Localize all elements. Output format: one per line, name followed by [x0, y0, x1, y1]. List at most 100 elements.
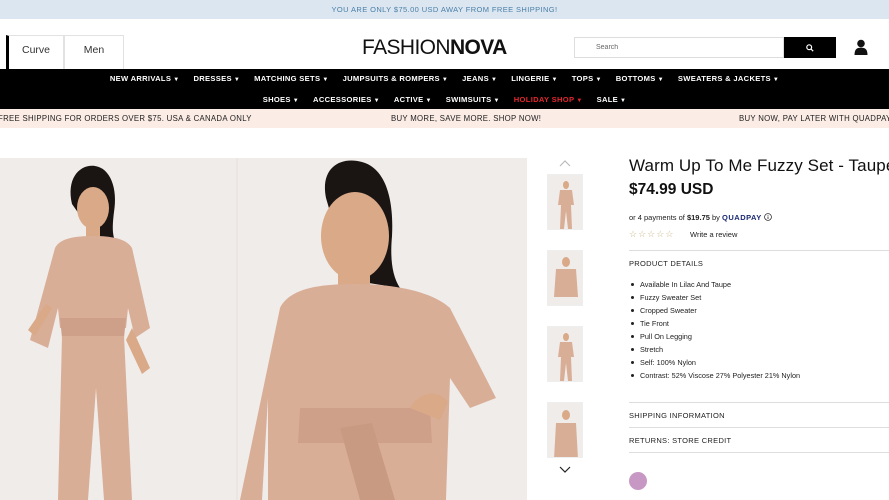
- product-image-gallery[interactable]: [0, 158, 527, 500]
- free-shipping-banner: YOU ARE ONLY $75.00 USD AWAY FROM FREE S…: [0, 0, 889, 19]
- product-title: Warm Up To Me Fuzzy Set - Taupe: [629, 156, 889, 175]
- thumbnail-image: [548, 327, 582, 381]
- product-details-heading[interactable]: PRODUCT DETAILS: [629, 259, 703, 268]
- nav-new-arrivals[interactable]: NEW ARRIVALS ▼: [110, 74, 180, 83]
- star-icon: ☆: [665, 229, 675, 239]
- installment-info: or 4 payments of $19.75 by QUADPAY: [629, 213, 772, 222]
- tab-curve[interactable]: Curve: [6, 35, 64, 69]
- nav-matching-sets[interactable]: MATCHING SETS ▼: [254, 74, 328, 83]
- divider: [629, 427, 889, 428]
- thumbnail-strip: [545, 158, 585, 500]
- color-swatch-lilac[interactable]: [629, 472, 647, 490]
- divider: [629, 402, 889, 403]
- nav-sale[interactable]: SALE ▼: [597, 95, 627, 104]
- promo-strip: FREE SHIPPING FOR ORDERS OVER $75. USA &…: [0, 109, 889, 128]
- divider: [629, 452, 889, 453]
- installment-prefix: or 4 payments of: [629, 213, 685, 222]
- list-item: Pull On Legging: [629, 330, 800, 343]
- quadpay-logo: QUADPAY: [722, 213, 762, 222]
- thumbnail-image: [548, 403, 582, 457]
- nav-label: MATCHING SETS: [254, 74, 321, 83]
- list-item: Stretch: [629, 343, 800, 356]
- shipping-information-heading[interactable]: SHIPPING INFORMATION: [629, 411, 725, 420]
- chevron-down-icon: ▼: [373, 98, 380, 104]
- nav-jumpsuits-rompers[interactable]: JUMPSUITS & ROMPERS ▼: [343, 74, 449, 83]
- chevron-down-icon: ▼: [595, 77, 602, 83]
- fashion-nova-logo[interactable]: FASHIONNOVA: [362, 36, 507, 60]
- thumbnail-image: [548, 175, 582, 229]
- search-icon: [806, 43, 814, 52]
- nav-label: ACCESSORIES: [313, 95, 372, 104]
- nav-label: SWIMSUITS: [445, 95, 492, 104]
- nav-shoes[interactable]: SHOES ▼: [263, 95, 299, 104]
- list-item: Self: 100% Nylon: [629, 356, 800, 369]
- divider: [629, 250, 889, 251]
- chevron-down-icon: ▼: [173, 77, 180, 83]
- nav-bottoms[interactable]: BOTTOMS ▼: [616, 74, 664, 83]
- nav-label: NEW ARRIVALS: [109, 74, 172, 83]
- thumbnail-3[interactable]: [547, 326, 583, 382]
- nav-active[interactable]: ACTIVE ▼: [394, 95, 432, 104]
- returns-heading[interactable]: RETURNS: STORE CREDIT: [629, 436, 731, 445]
- info-icon[interactable]: [764, 213, 772, 221]
- list-item: Tie Front: [629, 317, 800, 330]
- search-button[interactable]: [784, 37, 836, 58]
- rating-stars[interactable]: ☆☆☆☆☆: [629, 229, 674, 240]
- nav-label: ACTIVE: [393, 95, 424, 104]
- user-icon[interactable]: [854, 39, 868, 55]
- logo-part1: FASHION: [362, 36, 451, 59]
- chevron-down-icon: ▼: [576, 98, 583, 104]
- installment-amount: $19.75: [686, 213, 710, 222]
- chevron-down-icon: ▼: [657, 77, 664, 83]
- nav-label: SALE: [596, 95, 619, 104]
- nav-label: TOPS: [571, 74, 594, 83]
- chevron-down-icon: ▼: [322, 77, 329, 83]
- star-icon: ☆: [638, 229, 648, 239]
- list-item: Fuzzy Sweater Set: [629, 291, 800, 304]
- nav-label: JEANS: [462, 74, 489, 83]
- thumbnail-4[interactable]: [547, 402, 583, 458]
- chevron-down-icon: ▼: [772, 77, 780, 83]
- search-input[interactable]: [574, 37, 784, 58]
- thumbnail-2[interactable]: [547, 250, 583, 306]
- chevron-down-icon: ▼: [490, 77, 498, 83]
- chevron-up-icon[interactable]: [559, 159, 571, 167]
- main-navigation: NEW ARRIVALS ▼ DRESSES ▼ MATCHING SETS ▼ JU…: [0, 69, 889, 109]
- logo-part2: NOVA: [449, 36, 507, 59]
- nav-holiday-shop[interactable]: HOLIDAY SHOP ▼: [514, 95, 583, 104]
- nav-label: SWEATERS & JACKETS: [677, 74, 771, 83]
- write-review-link[interactable]: Write a review: [690, 230, 737, 239]
- nav-label: SHOES: [262, 95, 291, 104]
- installment-by: by: [712, 213, 720, 222]
- chevron-down-icon: ▼: [425, 98, 432, 104]
- product-info-panel: Warm Up To Me Fuzzy Set - Taupe $74.99 U…: [629, 156, 889, 490]
- nav-label: BOTTOMS: [615, 74, 656, 83]
- nav-label: JUMPSUITS & ROMPERS: [342, 74, 440, 83]
- nav-lingerie[interactable]: LINGERIE ▼: [511, 74, 558, 83]
- free-shipping-text: YOU ARE ONLY $75.00 USD AWAY FROM FREE S…: [331, 5, 558, 14]
- nav-label: HOLIDAY SHOP: [513, 95, 575, 104]
- nav-dresses[interactable]: DRESSES ▼: [193, 74, 240, 83]
- chevron-down-icon: ▼: [292, 98, 300, 104]
- chevron-down-icon: ▼: [441, 77, 449, 83]
- list-item: Available In Lilac And Taupe: [629, 278, 800, 291]
- chevron-down-icon: ▼: [620, 98, 627, 104]
- chevron-down-icon: ▼: [493, 98, 500, 104]
- chevron-down-icon: ▼: [551, 77, 558, 83]
- chevron-down-icon[interactable]: [559, 466, 571, 474]
- star-icon: ☆: [629, 229, 639, 239]
- list-item: Cropped Sweater: [629, 304, 800, 317]
- nav-swimsuits[interactable]: SWIMSUITS ▼: [446, 95, 500, 104]
- promo-quadpay[interactable]: BUY NOW, PAY LATER WITH QUADPAY: [739, 109, 889, 128]
- promo-free-shipping[interactable]: FREE SHIPPING FOR ORDERS OVER $75. USA &…: [0, 109, 252, 128]
- promo-buy-more[interactable]: BUY MORE, SAVE MORE. SHOP NOW!: [391, 109, 541, 128]
- tab-men[interactable]: Men: [64, 35, 124, 69]
- nav-sweaters-jackets[interactable]: SWEATERS & JACKETS ▼: [678, 74, 779, 83]
- product-photo: [0, 158, 527, 500]
- site-header: Curve Men FASHIONNOVA: [0, 19, 889, 69]
- nav-tops[interactable]: TOPS ▼: [572, 74, 602, 83]
- star-icon: ☆: [647, 229, 657, 239]
- thumbnail-1[interactable]: [547, 174, 583, 230]
- nav-jeans[interactable]: JEANS ▼: [462, 74, 497, 83]
- nav-accessories[interactable]: ACCESSORIES ▼: [313, 95, 380, 104]
